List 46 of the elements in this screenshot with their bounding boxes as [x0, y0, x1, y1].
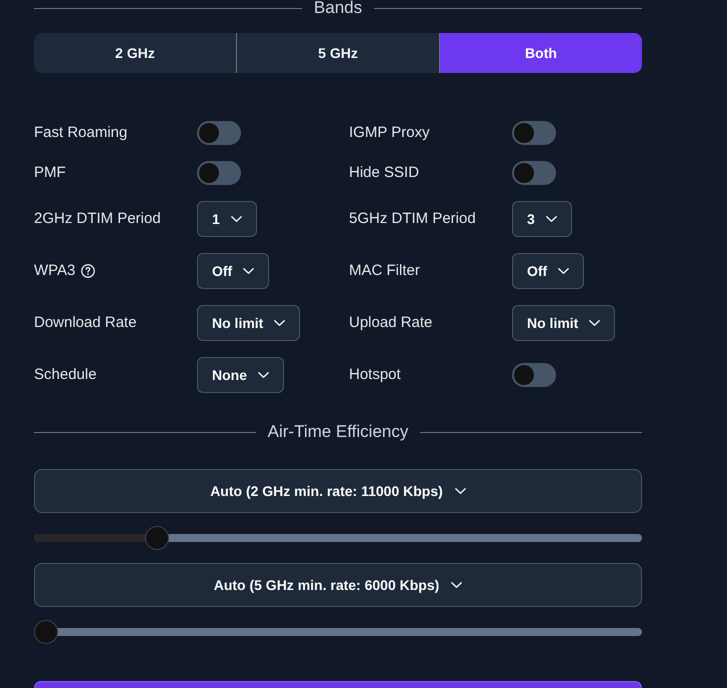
- setting-label: 2GHz DTIM Period: [34, 209, 161, 229]
- dropdown[interactable]: No limit: [512, 305, 616, 341]
- dropdown[interactable]: None: [197, 357, 284, 393]
- action-button[interactable]: [34, 681, 642, 688]
- setting-label: Schedule: [34, 365, 97, 385]
- dropdown[interactable]: 3: [512, 201, 572, 237]
- rate-dropdown[interactable]: Auto (2 GHz min. rate: 11000 Kbps): [34, 469, 642, 513]
- toggle-switch[interactable]: [512, 161, 556, 185]
- chevron-down-icon: [589, 320, 600, 326]
- chevron-down-icon: [558, 268, 570, 274]
- slider-thumb[interactable]: [34, 620, 58, 644]
- band-tab[interactable]: 2 GHz: [34, 33, 236, 73]
- setting-label: MAC Filter: [349, 261, 420, 281]
- help-icon[interactable]: [81, 264, 96, 278]
- setting-label: Hotspot: [349, 365, 401, 385]
- chevron-down-icon: [546, 216, 557, 222]
- toggle-switch[interactable]: [512, 121, 556, 145]
- dropdown[interactable]: Off: [197, 253, 270, 289]
- toggle-switch[interactable]: [512, 363, 556, 387]
- section-title: Air-Time Efficiency: [268, 422, 408, 442]
- section-title: Bands: [314, 0, 362, 18]
- setting-label: WPA3: [34, 261, 76, 281]
- chevron-down-icon: [274, 320, 286, 326]
- dropdown[interactable]: 1: [197, 201, 257, 237]
- chevron-down-icon: [243, 268, 254, 274]
- band-tab[interactable]: 5 GHz: [237, 33, 439, 73]
- setting-label: 5GHz DTIM Period: [349, 209, 476, 229]
- toggle-switch[interactable]: [197, 121, 241, 145]
- setting-label: PMF: [34, 163, 66, 183]
- slider-thumb[interactable]: [144, 526, 169, 550]
- chevron-down-icon: [454, 488, 466, 494]
- band-tab[interactable]: Both: [440, 33, 642, 73]
- setting-label: Upload Rate: [349, 313, 432, 333]
- chevron-down-icon: [258, 372, 269, 378]
- setting-label: Fast Roaming: [34, 123, 128, 143]
- dropdown[interactable]: Off: [512, 253, 584, 289]
- setting-label: IGMP Proxy: [349, 123, 430, 143]
- chevron-down-icon: [230, 216, 242, 222]
- rate-dropdown[interactable]: Auto (5 GHz min. rate: 6000 Kbps): [34, 563, 642, 607]
- setting-label: Download Rate: [34, 313, 137, 333]
- setting-label: Hide SSID: [349, 163, 420, 183]
- toggle-switch[interactable]: [197, 161, 241, 185]
- slider[interactable]: [34, 620, 642, 644]
- chevron-down-icon: [451, 582, 462, 588]
- slider[interactable]: [34, 526, 642, 550]
- dropdown[interactable]: No limit: [197, 305, 300, 341]
